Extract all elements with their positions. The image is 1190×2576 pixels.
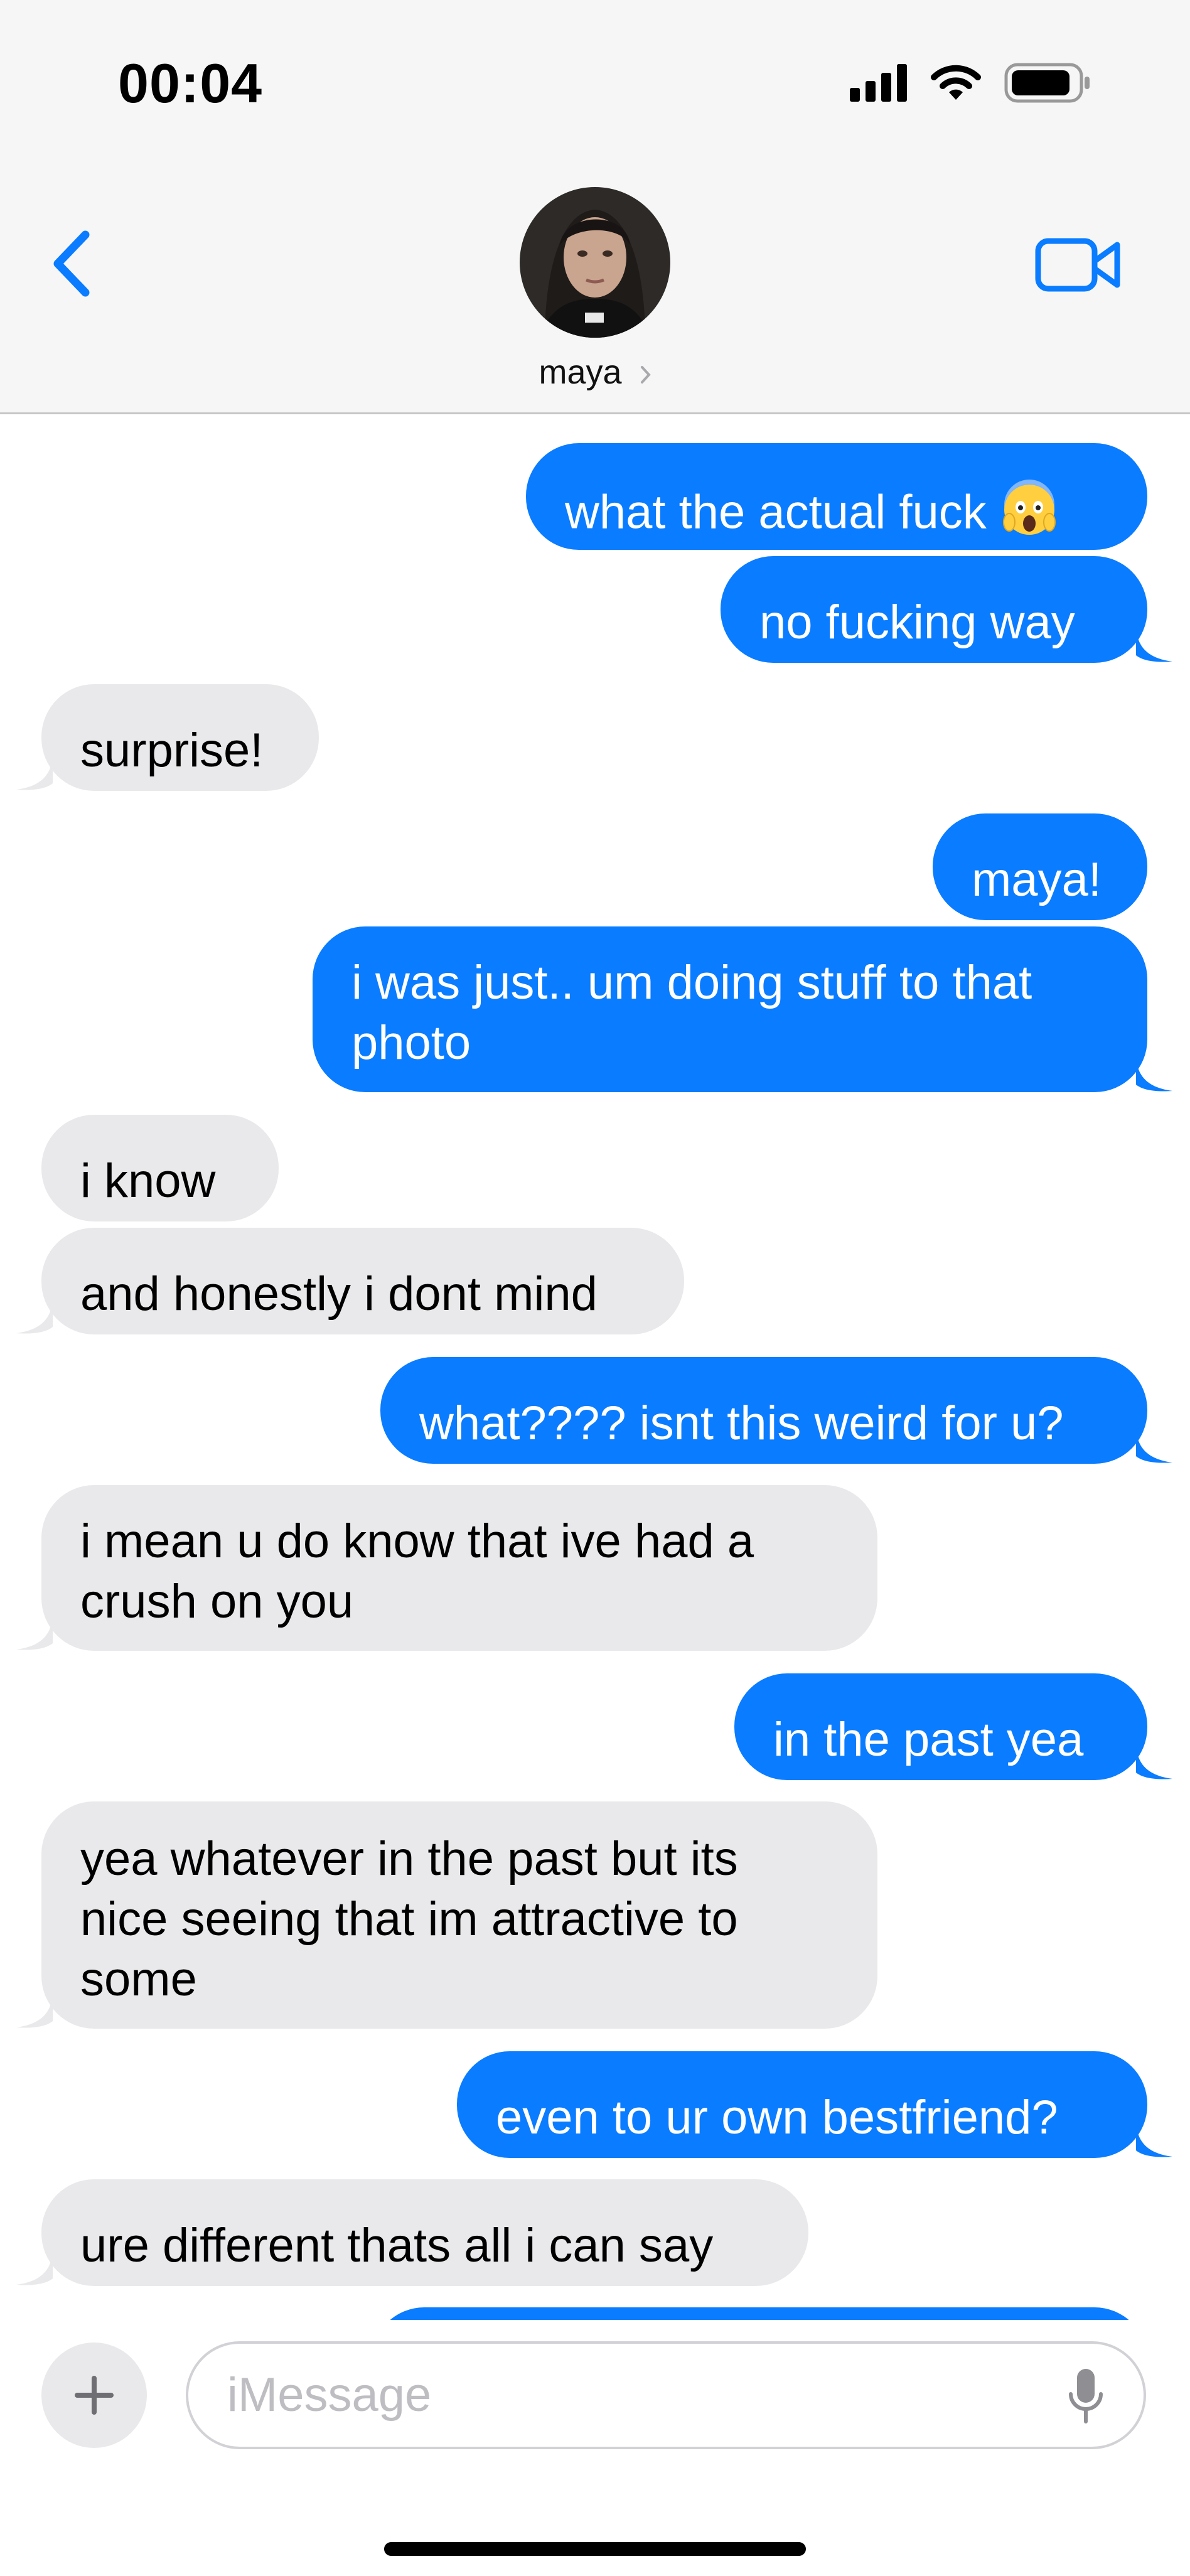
sent-message-bubble[interactable] (372, 2307, 1147, 2320)
bubble-tail-icon (1136, 1741, 1172, 1779)
screaming-face-emoji-icon (1000, 480, 1058, 552)
message-row: and honestly i dont mind (0, 1228, 1190, 1334)
battery-icon (1004, 63, 1090, 103)
contact-name: maya (539, 353, 622, 391)
cellular-signal-icon (850, 64, 907, 102)
message-text: surprise! (80, 724, 264, 777)
message-row (0, 2307, 1190, 2320)
sent-message-bubble[interactable]: in the past yea (734, 1673, 1172, 1780)
bubble-tail-icon (16, 1612, 53, 1650)
message-composer: iMessage (0, 2320, 1190, 2576)
message-text: ure different thats all i can say (80, 2219, 714, 2272)
back-button[interactable] (44, 226, 100, 301)
microphone-icon[interactable] (1066, 2366, 1106, 2427)
bubble-tail-icon (1136, 624, 1172, 662)
status-icons (850, 63, 1091, 103)
contact-name-button[interactable]: maya (0, 353, 1190, 392)
bubble-tail-icon (1136, 2119, 1172, 2157)
message-text: what???? isnt this weird for u? (419, 1397, 1064, 1450)
sent-message-bubble[interactable]: i was just.. um doing stuff to that phot… (313, 926, 1172, 1092)
input-placeholder: iMessage (227, 2368, 432, 2422)
message-text: i know (80, 1154, 216, 1208)
message-row: in the past yea (0, 1673, 1190, 1780)
message-text: yea whatever in the past but its nice se… (80, 1832, 738, 2006)
message-row: i was just.. um doing stuff to that phot… (0, 926, 1190, 1092)
sent-message-bubble[interactable]: no fucking way (721, 556, 1172, 663)
bubble-tail-icon (1136, 1053, 1172, 1092)
message-thread[interactable]: what the actual fuck no fucking way surp… (0, 414, 1190, 2320)
message-row: no fucking way (0, 556, 1190, 663)
received-message-bubble[interactable]: surprise! (16, 684, 319, 791)
sent-message-bubble[interactable]: what the actual fuck (526, 443, 1147, 550)
bubble-tail-icon (16, 1990, 53, 2028)
received-message-bubble[interactable]: i mean u do know that ive had a crush on… (16, 1485, 877, 1651)
home-indicator[interactable] (384, 2542, 806, 2556)
plus-icon (75, 2376, 114, 2415)
message-text: maya! (972, 853, 1102, 906)
received-message-bubble[interactable]: and honestly i dont mind (16, 1228, 684, 1334)
message-text: even to ur own bestfriend? (496, 2091, 1058, 2144)
messages-screen: 00:04 maya what the actual fuck no fucki… (0, 0, 1190, 2576)
imessage-input[interactable]: iMessage (186, 2341, 1146, 2449)
contact-avatar[interactable] (520, 187, 670, 338)
message-text: in the past yea (773, 1713, 1084, 1766)
message-row: ure different thats all i can say (0, 2179, 1190, 2286)
received-message-bubble[interactable]: i know (41, 1115, 279, 1221)
message-row: what???? isnt this weird for u? (0, 1357, 1190, 1464)
message-text: no fucking way (759, 596, 1075, 649)
apps-plus-button[interactable] (41, 2343, 147, 2448)
sent-message-bubble[interactable]: what???? isnt this weird for u? (380, 1357, 1172, 1464)
message-row: i know (0, 1115, 1190, 1221)
sent-message-bubble[interactable]: even to ur own bestfriend? (457, 2051, 1172, 2158)
message-row: what the actual fuck (0, 443, 1190, 550)
message-row: maya! (0, 813, 1190, 920)
message-row: i mean u do know that ive had a crush on… (0, 1485, 1190, 1651)
received-message-bubble[interactable]: yea whatever in the past but its nice se… (16, 1801, 877, 2029)
bubble-tail-icon (1136, 1425, 1172, 1463)
conversation-header: 00:04 maya (0, 0, 1190, 414)
avatar-photo (520, 187, 670, 338)
received-message-bubble[interactable]: ure different thats all i can say (16, 2179, 808, 2286)
bubble-tail-icon (16, 2247, 53, 2285)
sent-message-bubble[interactable]: maya! (933, 813, 1147, 920)
bubble-tail-icon (16, 1296, 53, 1334)
video-call-button[interactable] (1034, 233, 1122, 296)
bubble-tail-icon (16, 752, 53, 790)
message-text: i was just.. um doing stuff to that phot… (351, 956, 1032, 1070)
chevron-right-icon (640, 365, 651, 384)
message-row: even to ur own bestfriend? (0, 2051, 1190, 2158)
message-row: surprise! (0, 684, 1190, 791)
status-time: 00:04 (118, 52, 263, 114)
message-text: and honestly i dont mind (80, 1267, 598, 1321)
message-text: what the actual fuck (565, 485, 987, 539)
message-row: yea whatever in the past but its nice se… (0, 1801, 1190, 2029)
message-text: i mean u do know that ive had a crush on… (80, 1515, 754, 1628)
wifi-icon (931, 65, 981, 100)
